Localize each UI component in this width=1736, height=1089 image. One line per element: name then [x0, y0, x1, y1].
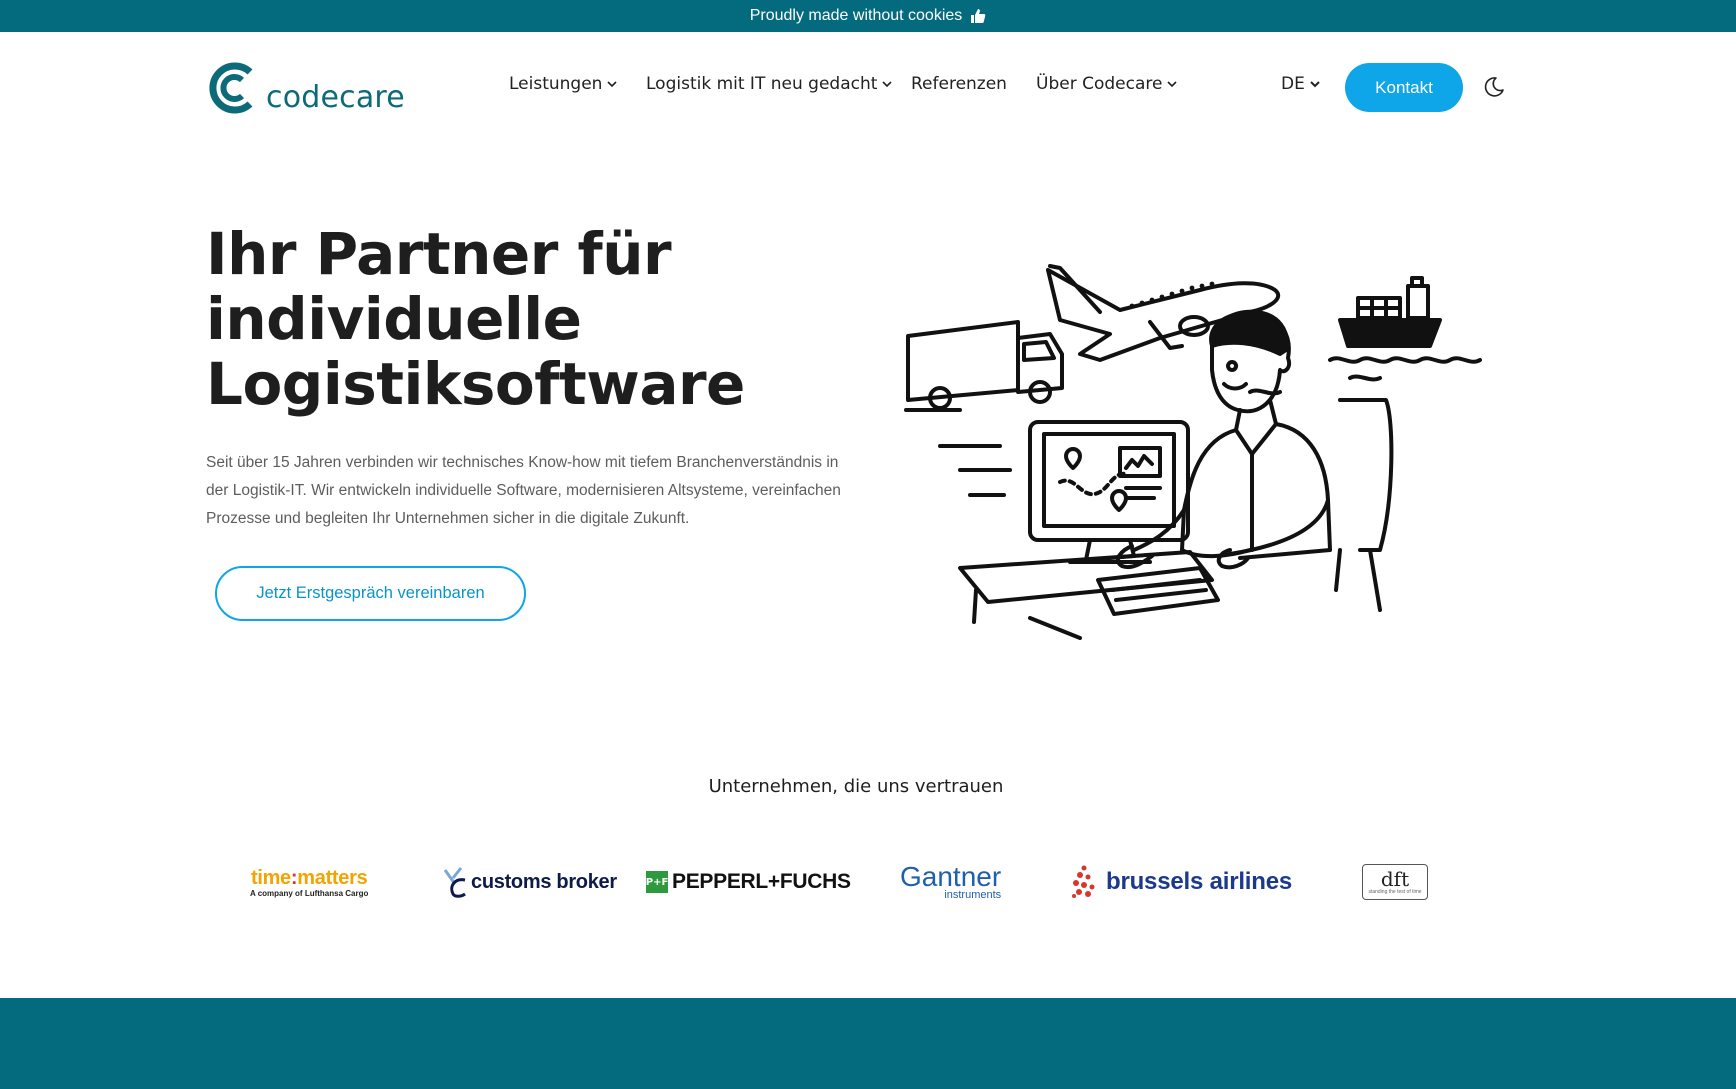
footer-band: [0, 998, 1736, 1089]
customs-broker-mark-icon: [443, 867, 466, 898]
hero-description: Seit über 15 Jahren verbinden wir techni…: [206, 454, 841, 527]
brussels-airlines-mark-icon: [1072, 865, 1095, 898]
trust-section-title: Unternehmen, die uns vertrauen: [708, 776, 1004, 797]
logistics-illustration: [904, 264, 1482, 640]
time-matters-name: time:matters: [250, 866, 368, 890]
gantner-logo: Gantner instruments: [900, 852, 1001, 912]
dft-logo-box: dft standing the test of time: [1362, 864, 1428, 900]
nav-item-label: Leistungen: [509, 74, 603, 94]
hero-title: Ihr Partner für individuelle Logistiksof…: [206, 222, 906, 417]
cookie-banner-text: Proudly made without cookies: [749, 7, 963, 24]
thumbs-up-icon: [971, 9, 986, 23]
erstgespraech-button[interactable]: Jetzt Erstgespräch vereinbaren: [215, 566, 526, 621]
customs-broker-name: customs broker: [471, 870, 617, 893]
pepperl-fuchs-mark: P+F: [646, 871, 668, 893]
nav-item-referenzen[interactable]: Referenzen: [911, 74, 1007, 94]
language-label: DE: [1281, 74, 1305, 94]
nav-item-ueber-codecare[interactable]: Über Codecare: [1036, 74, 1178, 94]
cookie-banner: Proudly made without cookies: [0, 0, 1736, 32]
chevron-down-icon: [1310, 81, 1320, 88]
nav-item-label: Referenzen: [911, 74, 1007, 94]
chevron-down-icon: [882, 81, 892, 88]
chevron-down-icon: [607, 81, 618, 88]
dft-name: dft: [1380, 867, 1410, 891]
computer-monitor-icon: [1028, 420, 1190, 564]
time-matters-subline: A company of Lufthansa Cargo: [250, 888, 369, 898]
client-logos: time:matters A company of Lufthansa Carg…: [0, 852, 1736, 912]
hero-title-line: Ihr Partner für: [206, 220, 672, 288]
main-nav: Leistungen Logistik mit IT neu gedacht R…: [0, 74, 1736, 102]
nav-item-leistungen[interactable]: Leistungen: [509, 74, 618, 94]
language-selector[interactable]: DE: [1281, 74, 1321, 94]
nav-item-label: Über Codecare: [1036, 74, 1163, 94]
gantner-subline: instruments: [944, 889, 1002, 901]
chevron-down-icon: [1167, 81, 1178, 88]
brussels-airlines-logo: brussels airlines: [1070, 852, 1292, 912]
time-matters-name-right: matters: [297, 866, 368, 889]
time-matters-name-left: time: [250, 866, 291, 889]
keyboard-icon: [1096, 566, 1220, 616]
hero-title-line: individuelle: [206, 285, 582, 353]
pepperl-fuchs-name: PEPPERL+FUCHS: [672, 870, 851, 893]
time-matters-logo: time:matters A company of Lufthansa Carg…: [250, 852, 368, 912]
pepperl-fuchs-logo: P+F PEPPERL+FUCHS: [646, 852, 851, 912]
gantner-name: Gantner: [900, 861, 1002, 892]
customs-broker-logo: customs broker: [443, 852, 617, 912]
hero-title-line: Logistiksoftware: [206, 350, 745, 418]
moon-icon[interactable]: [1483, 76, 1505, 98]
nav-item-label: Logistik mit IT neu gedacht: [646, 74, 878, 94]
truck-icon: [904, 320, 1064, 412]
kontakt-button[interactable]: Kontakt: [1345, 63, 1463, 112]
brussels-airlines-name: brussels airlines: [1106, 868, 1293, 895]
dft-logo: dft standing the test of time: [1362, 852, 1428, 912]
nav-item-logistik[interactable]: Logistik mit IT neu gedacht: [646, 74, 893, 94]
dft-subline: standing the test of time: [1368, 889, 1422, 895]
